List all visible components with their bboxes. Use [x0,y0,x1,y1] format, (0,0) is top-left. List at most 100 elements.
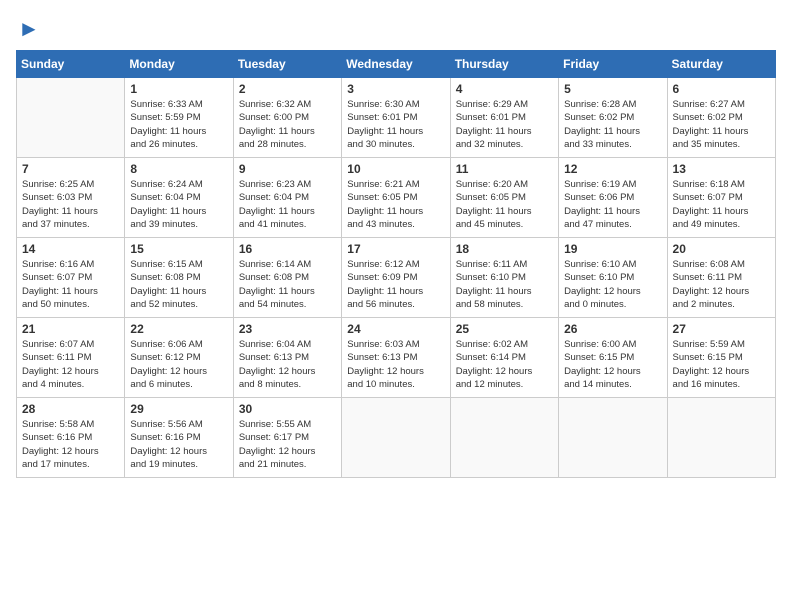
day-info: Sunrise: 6:30 AM Sunset: 6:01 PM Dayligh… [347,98,444,151]
day-header-sunday: Sunday [17,51,125,78]
day-info: Sunrise: 6:08 AM Sunset: 6:11 PM Dayligh… [673,258,770,311]
calendar-cell: 1 Sunrise: 6:33 AM Sunset: 5:59 PM Daylig… [125,78,233,158]
day-number: 29 [130,402,227,416]
day-number: 24 [347,322,444,336]
day-number: 19 [564,242,661,256]
calendar-cell: 26 Sunrise: 6:00 AM Sunset: 6:15 PM Dayli… [559,318,667,398]
calendar-cell: 15 Sunrise: 6:15 AM Sunset: 6:08 PM Dayli… [125,238,233,318]
calendar-header-row: SundayMondayTuesdayWednesdayThursdayFrid… [17,51,776,78]
calendar-cell: 20 Sunrise: 6:08 AM Sunset: 6:11 PM Dayli… [667,238,775,318]
day-number: 6 [673,82,770,96]
day-info: Sunrise: 6:07 AM Sunset: 6:11 PM Dayligh… [22,338,119,391]
calendar-cell: 19 Sunrise: 6:10 AM Sunset: 6:10 PM Dayli… [559,238,667,318]
day-info: Sunrise: 6:15 AM Sunset: 6:08 PM Dayligh… [130,258,227,311]
day-info: Sunrise: 6:21 AM Sunset: 6:05 PM Dayligh… [347,178,444,231]
day-number: 1 [130,82,227,96]
day-number: 7 [22,162,119,176]
calendar-cell: 25 Sunrise: 6:02 AM Sunset: 6:14 PM Dayli… [450,318,558,398]
day-number: 10 [347,162,444,176]
day-info: Sunrise: 6:33 AM Sunset: 5:59 PM Dayligh… [130,98,227,151]
calendar-cell: 14 Sunrise: 6:16 AM Sunset: 6:07 PM Dayli… [17,238,125,318]
calendar-cell: 16Sunrise: 6:14 AM Sunset: 6:08 PM Dayli… [233,238,341,318]
day-number: 2 [239,82,336,96]
day-number: 14 [22,242,119,256]
day-number: 3 [347,82,444,96]
calendar-cell: 8 Sunrise: 6:24 AM Sunset: 6:04 PM Daylig… [125,158,233,238]
calendar-cell [450,398,558,478]
calendar-cell: 4 Sunrise: 6:29 AM Sunset: 6:01 PM Daylig… [450,78,558,158]
day-info: Sunrise: 6:19 AM Sunset: 6:06 PM Dayligh… [564,178,661,231]
calendar-cell: 13Sunrise: 6:18 AM Sunset: 6:07 PM Dayli… [667,158,775,238]
calendar-cell: 6 Sunrise: 6:27 AM Sunset: 6:02 PM Daylig… [667,78,775,158]
calendar-cell [559,398,667,478]
day-number: 16 [239,242,336,256]
calendar-cell: 18 Sunrise: 6:11 AM Sunset: 6:10 PM Dayli… [450,238,558,318]
day-number: 15 [130,242,227,256]
calendar-cell: 3 Sunrise: 6:30 AM Sunset: 6:01 PM Daylig… [342,78,450,158]
calendar-cell: 27 Sunrise: 5:59 AM Sunset: 6:15 PM Dayli… [667,318,775,398]
logo: ► [16,16,40,42]
calendar-cell [17,78,125,158]
day-number: 12 [564,162,661,176]
day-info: Sunrise: 6:06 AM Sunset: 6:12 PM Dayligh… [130,338,227,391]
logo-bird-icon: ► [18,16,40,42]
day-info: Sunrise: 6:27 AM Sunset: 6:02 PM Dayligh… [673,98,770,151]
calendar-cell: 28Sunrise: 5:58 AM Sunset: 6:16 PM Dayli… [17,398,125,478]
day-number: 21 [22,322,119,336]
day-number: 27 [673,322,770,336]
day-number: 23 [239,322,336,336]
day-info: Sunrise: 6:16 AM Sunset: 6:07 PM Dayligh… [22,258,119,311]
calendar-cell: 10 Sunrise: 6:21 AM Sunset: 6:05 PM Dayli… [342,158,450,238]
day-info: Sunrise: 6:04 AM Sunset: 6:13 PM Dayligh… [239,338,336,391]
calendar-table: SundayMondayTuesdayWednesdayThursdayFrid… [16,50,776,478]
day-number: 20 [673,242,770,256]
day-info: Sunrise: 6:29 AM Sunset: 6:01 PM Dayligh… [456,98,553,151]
day-info: Sunrise: 6:12 AM Sunset: 6:09 PM Dayligh… [347,258,444,311]
calendar-cell: 5 Sunrise: 6:28 AM Sunset: 6:02 PM Daylig… [559,78,667,158]
day-info: Sunrise: 6:25 AM Sunset: 6:03 PM Dayligh… [22,178,119,231]
day-info: Sunrise: 5:58 AM Sunset: 6:16 PM Dayligh… [22,418,119,471]
day-header-saturday: Saturday [667,51,775,78]
calendar-cell: 29 Sunrise: 5:56 AM Sunset: 6:16 PM Dayli… [125,398,233,478]
calendar-cell: 30 Sunrise: 5:55 AM Sunset: 6:17 PM Dayli… [233,398,341,478]
day-info: Sunrise: 6:23 AM Sunset: 6:04 PM Dayligh… [239,178,336,231]
day-number: 4 [456,82,553,96]
day-number: 25 [456,322,553,336]
calendar-week-row: 1 Sunrise: 6:33 AM Sunset: 5:59 PM Daylig… [17,78,776,158]
day-number: 13 [673,162,770,176]
day-info: Sunrise: 6:24 AM Sunset: 6:04 PM Dayligh… [130,178,227,231]
day-info: Sunrise: 5:59 AM Sunset: 6:15 PM Dayligh… [673,338,770,391]
calendar-week-row: 21 Sunrise: 6:07 AM Sunset: 6:11 PM Dayli… [17,318,776,398]
day-info: Sunrise: 5:56 AM Sunset: 6:16 PM Dayligh… [130,418,227,471]
calendar-cell [342,398,450,478]
calendar-cell: 12 Sunrise: 6:19 AM Sunset: 6:06 PM Dayli… [559,158,667,238]
day-info: Sunrise: 6:02 AM Sunset: 6:14 PM Dayligh… [456,338,553,391]
day-number: 22 [130,322,227,336]
day-info: Sunrise: 6:10 AM Sunset: 6:10 PM Dayligh… [564,258,661,311]
calendar-cell: 11 Sunrise: 6:20 AM Sunset: 6:05 PM Dayli… [450,158,558,238]
day-info: Sunrise: 6:00 AM Sunset: 6:15 PM Dayligh… [564,338,661,391]
calendar-cell: 17Sunrise: 6:12 AM Sunset: 6:09 PM Dayli… [342,238,450,318]
day-header-tuesday: Tuesday [233,51,341,78]
calendar-week-row: 28Sunrise: 5:58 AM Sunset: 6:16 PM Dayli… [17,398,776,478]
day-number: 11 [456,162,553,176]
day-number: 8 [130,162,227,176]
calendar-cell: 23 Sunrise: 6:04 AM Sunset: 6:13 PM Dayli… [233,318,341,398]
calendar-cell: 21 Sunrise: 6:07 AM Sunset: 6:11 PM Dayli… [17,318,125,398]
day-number: 5 [564,82,661,96]
calendar-cell: 7 Sunrise: 6:25 AM Sunset: 6:03 PM Daylig… [17,158,125,238]
day-header-wednesday: Wednesday [342,51,450,78]
day-info: Sunrise: 6:28 AM Sunset: 6:02 PM Dayligh… [564,98,661,151]
calendar-week-row: 14 Sunrise: 6:16 AM Sunset: 6:07 PM Dayli… [17,238,776,318]
day-number: 18 [456,242,553,256]
day-number: 30 [239,402,336,416]
calendar-cell: 22 Sunrise: 6:06 AM Sunset: 6:12 PM Dayli… [125,318,233,398]
calendar-cell: 9Sunrise: 6:23 AM Sunset: 6:04 PM Daylig… [233,158,341,238]
day-info: Sunrise: 6:03 AM Sunset: 6:13 PM Dayligh… [347,338,444,391]
day-info: Sunrise: 6:11 AM Sunset: 6:10 PM Dayligh… [456,258,553,311]
day-info: Sunrise: 5:55 AM Sunset: 6:17 PM Dayligh… [239,418,336,471]
calendar-cell [667,398,775,478]
day-info: Sunrise: 6:20 AM Sunset: 6:05 PM Dayligh… [456,178,553,231]
day-header-thursday: Thursday [450,51,558,78]
day-number: 26 [564,322,661,336]
